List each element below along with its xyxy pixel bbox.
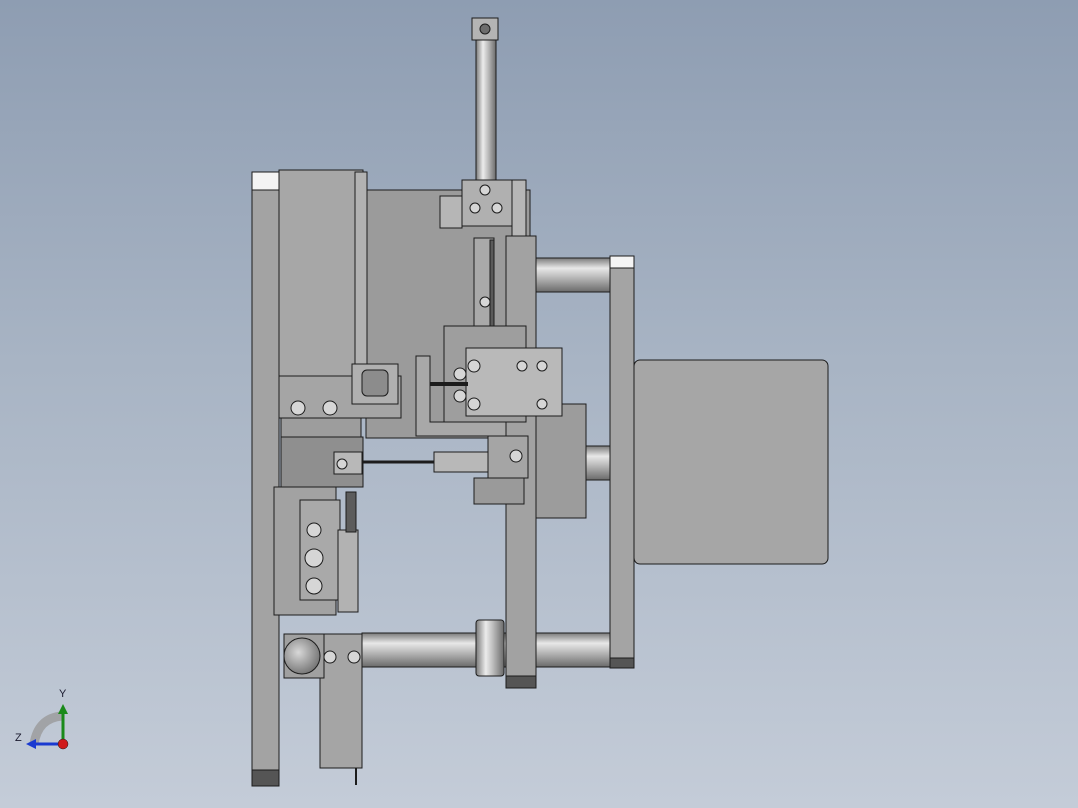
- slide-cylinder: [465, 347, 563, 417]
- square-boss-recess: [361, 369, 389, 397]
- bolt-hole: [509, 449, 523, 463]
- upper-guide-rod: [533, 257, 613, 293]
- mini-cylinder-body: [433, 451, 493, 473]
- bolt-hole: [305, 577, 323, 595]
- center-column-foot: [505, 675, 537, 689]
- bolt-hole: [479, 296, 491, 308]
- y-axis-head: [58, 704, 68, 714]
- x-axis-dot: [57, 738, 69, 750]
- triad-arc: [29, 711, 63, 745]
- right-fitting: [511, 179, 527, 237]
- bolt-hole: [323, 650, 337, 664]
- bolt-hole: [347, 650, 361, 664]
- top-vertical-rod: [475, 39, 497, 183]
- bolt-hole: [516, 360, 528, 372]
- clamp-block: [280, 417, 362, 439]
- bolt-hole: [336, 458, 348, 470]
- bolt-hole: [306, 522, 322, 538]
- bolt-hole: [304, 548, 324, 568]
- bolt-hole: [469, 202, 481, 214]
- machine-assembly-view: [26, 17, 829, 787]
- right-column-foot: [609, 657, 635, 669]
- right-column-cap: [609, 255, 635, 269]
- bolt-hole: [536, 398, 548, 410]
- left-fitting: [439, 195, 463, 229]
- adjust-knob: [283, 637, 321, 675]
- left-base-plate-cap: [251, 171, 280, 191]
- bolt-hole: [322, 400, 338, 416]
- z-axis-label: Z: [15, 732, 22, 744]
- link-bar-dark-edge: [489, 239, 495, 327]
- vertical-slider: [337, 529, 359, 613]
- y-axis-label: Y: [59, 688, 67, 700]
- rod-end-hole: [479, 23, 491, 35]
- rod-collar: [475, 619, 505, 677]
- left-column-block: [278, 169, 364, 377]
- bolt-hole: [290, 400, 306, 416]
- rear-plate: [535, 403, 587, 519]
- bolt-hole: [467, 397, 481, 411]
- left-column-block-inner: [354, 171, 368, 375]
- mount-base: [473, 477, 525, 505]
- motor-cover: [633, 359, 829, 565]
- bolt-hole: [467, 359, 481, 373]
- cad-viewport[interactable]: Y Z: [0, 0, 1078, 808]
- axis-triad: [26, 704, 69, 750]
- bolt-hole: [453, 389, 467, 403]
- bolt-hole: [453, 367, 467, 381]
- left-base-plate-foot: [251, 769, 280, 787]
- left-base-plate: [251, 171, 280, 787]
- vertical-slider-rail: [345, 491, 357, 533]
- bolt-hole: [536, 360, 548, 372]
- bolt-hole: [479, 184, 491, 196]
- bolt-hole: [491, 202, 503, 214]
- right-column: [609, 255, 635, 669]
